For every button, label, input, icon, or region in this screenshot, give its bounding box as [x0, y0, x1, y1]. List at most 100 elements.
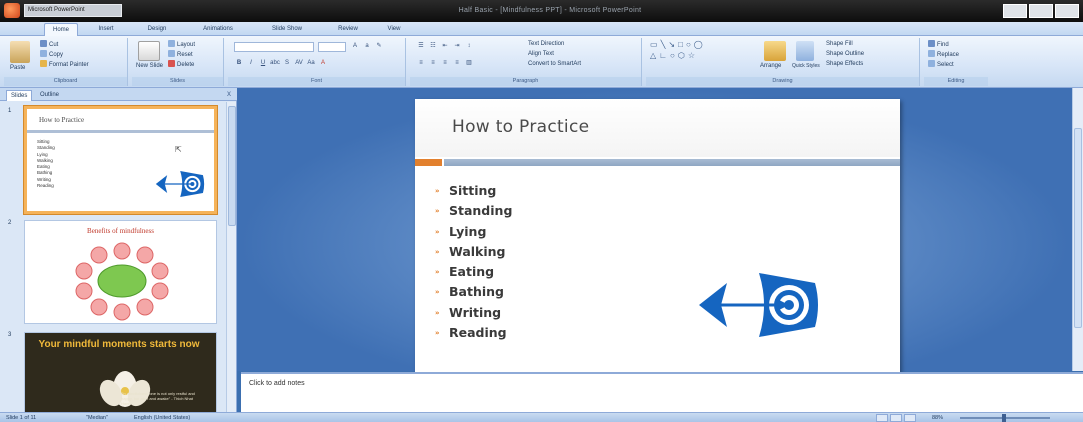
align-right-icon[interactable]: ≡ — [440, 59, 450, 68]
tab-slides[interactable]: Slides — [6, 90, 33, 101]
square-icon[interactable]: □ — [678, 40, 683, 50]
slide-scroll-thumb[interactable] — [1074, 128, 1082, 328]
triangle-icon[interactable]: △ — [650, 51, 656, 61]
target-arrow-icon[interactable] — [697, 269, 825, 341]
slide-scrollbar[interactable] — [1072, 88, 1083, 371]
star-icon[interactable]: ☆ — [688, 51, 695, 61]
slide-title-placeholder[interactable]: How to Practice — [415, 99, 900, 157]
view-buttons — [876, 414, 916, 422]
clear-format-icon[interactable]: ✎ — [374, 42, 384, 51]
shadow-icon[interactable]: S — [282, 59, 292, 68]
theme-status: "Median" — [86, 415, 108, 421]
paste-button[interactable]: Paste — [10, 64, 25, 73]
lshape-icon[interactable]: ∟ — [659, 51, 667, 61]
numbering-icon[interactable]: ☷ — [428, 42, 438, 51]
shape-effects-button[interactable]: Shape Effects — [826, 60, 863, 69]
notes-pane[interactable]: Click to add notes — [241, 372, 1083, 412]
layout-button[interactable]: Layout — [168, 40, 195, 50]
zoom-level[interactable]: 88% — [932, 414, 943, 422]
text-direction-button[interactable]: Text Direction — [528, 40, 564, 49]
copy-button[interactable]: Copy — [40, 50, 63, 60]
slide-bullet-list[interactable]: » Sitting » Standing » Lying » Walking » Eati… — [435, 181, 512, 343]
pane-scrollbar[interactable] — [226, 102, 236, 412]
bullet-item: » Reading — [435, 323, 512, 343]
columns-icon[interactable]: ▥ — [464, 59, 474, 68]
reset-button[interactable]: Reset — [168, 50, 193, 60]
paste-icon — [10, 41, 30, 63]
italic-icon[interactable]: I — [246, 59, 256, 68]
shape-fill-button[interactable]: Shape Fill — [826, 40, 853, 49]
binoculars-icon — [928, 40, 935, 47]
slide-thumbnail-1[interactable]: How to Practice Sitting Standing Lying W… — [24, 106, 217, 214]
line-icon[interactable]: ╲ — [661, 40, 666, 50]
slide-thumbnail-2[interactable]: Benefits of mindfulness — [24, 220, 217, 324]
rectangle-icon[interactable]: ▭ — [650, 40, 658, 50]
slide-show-icon[interactable] — [904, 414, 916, 422]
reset-label: Reset — [177, 52, 193, 58]
shape-outline-button[interactable]: Shape Outline — [826, 50, 864, 59]
tab-home[interactable]: Home — [44, 23, 78, 36]
tab-design[interactable]: Design — [140, 23, 174, 36]
convert-smartart-button[interactable]: Convert to SmartArt — [528, 60, 581, 69]
hexagon-icon[interactable]: ⬡ — [678, 51, 685, 61]
char-spacing-icon[interactable]: AV — [294, 59, 304, 68]
slide-editing-area: How to Practice » Sitting » Standing » Lyin… — [237, 88, 1083, 374]
ribbon: Paste Cut Copy Format Painter Clipboard … — [0, 36, 1083, 88]
align-text-button[interactable]: Align Text — [528, 50, 554, 59]
strikethrough-icon[interactable]: abc — [270, 59, 280, 68]
format-painter-button[interactable]: Format Painter — [40, 60, 89, 70]
decrease-indent-icon[interactable]: ⇤ — [440, 42, 450, 51]
bold-icon[interactable]: B — [234, 59, 244, 68]
slide-number-3: 3 — [8, 332, 12, 338]
increase-indent-icon[interactable]: ⇥ — [452, 42, 462, 51]
minimize-button[interactable] — [1003, 4, 1027, 18]
change-case-icon[interactable]: Aa — [306, 59, 316, 68]
tab-review[interactable]: Review — [330, 23, 366, 36]
font-name-combo[interactable] — [234, 42, 314, 52]
align-left-icon[interactable]: ≡ — [416, 59, 426, 68]
close-pane-icon[interactable]: x — [227, 89, 231, 99]
tab-animations[interactable]: Animations — [192, 23, 244, 36]
find-button[interactable]: Find — [928, 40, 949, 50]
justify-icon[interactable]: ≡ — [452, 59, 462, 68]
tab-insert[interactable]: Insert — [90, 23, 122, 36]
line-spacing-icon[interactable]: ↕ — [464, 42, 474, 51]
zoom-slider-handle[interactable] — [1002, 414, 1006, 422]
bullets-icon[interactable]: ☰ — [416, 42, 426, 51]
font-color-icon[interactable]: A — [318, 59, 328, 68]
tab-slide-show[interactable]: Slide Show — [262, 23, 312, 36]
oval-icon-2[interactable]: ◯ — [694, 40, 703, 50]
normal-view-icon[interactable] — [876, 414, 888, 422]
office-button-icon[interactable] — [4, 3, 20, 18]
shrink-font-icon[interactable]: a — [362, 42, 372, 51]
slide-count-status: Slide 1 of 11 — [6, 415, 37, 421]
shapes-gallery-row2[interactable]: △ ∟ ○ ⬡ ☆ — [650, 51, 695, 61]
oval-icon[interactable]: ○ — [686, 40, 691, 50]
maximize-button[interactable] — [1029, 4, 1053, 18]
arrange-icon — [764, 41, 786, 61]
slide-thumbnail-3[interactable]: Your mindful moments starts now "In mind… — [24, 332, 217, 414]
font-group-label: Font — [228, 77, 405, 86]
close-window-button[interactable] — [1055, 4, 1079, 18]
circle-icon[interactable]: ○ — [670, 51, 675, 61]
replace-button[interactable]: Replace — [928, 50, 959, 60]
arrow-icon[interactable]: ↘ — [668, 40, 675, 50]
arrange-button[interactable]: Arrange — [760, 62, 781, 71]
select-button[interactable]: Select — [928, 60, 954, 70]
quick-styles-button[interactable]: Quick Styles — [792, 62, 820, 71]
underline-icon[interactable]: U — [258, 59, 268, 68]
tab-outline[interactable]: Outline — [36, 90, 63, 101]
pane-scroll-thumb[interactable] — [228, 106, 236, 226]
delete-slide-button[interactable]: Delete — [168, 60, 194, 70]
cut-button[interactable]: Cut — [40, 40, 58, 50]
clipboard-group-label: Clipboard — [4, 77, 127, 86]
grow-font-icon[interactable]: A — [350, 42, 360, 51]
align-center-icon[interactable]: ≡ — [428, 59, 438, 68]
tab-view[interactable]: View — [380, 23, 408, 36]
current-slide[interactable]: How to Practice » Sitting » Standing » Lyin… — [415, 99, 900, 374]
slide-sorter-icon[interactable] — [890, 414, 902, 422]
font-size-combo[interactable] — [318, 42, 346, 52]
language-status[interactable]: English (United States) — [134, 414, 190, 422]
shapes-gallery[interactable]: ▭ ╲ ↘ □ ○ ◯ — [650, 40, 703, 50]
new-slide-button[interactable]: New Slide — [136, 62, 163, 71]
